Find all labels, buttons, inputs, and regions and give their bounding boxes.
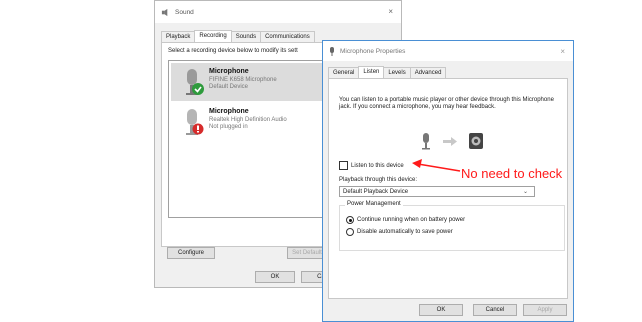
listen-checkbox-row[interactable]: Listen to this device <box>339 161 404 170</box>
annotation-arrow <box>412 159 461 172</box>
chevron-down-icon: ⌄ <box>522 189 528 195</box>
cancel-button[interactable]: Cancel <box>473 304 517 316</box>
device-status: Not plugged in <box>209 124 248 130</box>
listen-flow-graphic <box>422 133 483 150</box>
microphone-icon <box>422 133 430 150</box>
recording-instruction: Select a recording device below to modif… <box>168 48 298 54</box>
properties-title-bar: Microphone Properties <box>323 41 573 61</box>
device-detail: Realtek High Definition Audio <box>209 117 287 123</box>
device-name: Microphone <box>209 68 249 75</box>
properties-title: Microphone Properties <box>340 47 406 55</box>
radio-continue-running[interactable]: Continue running when on battery power <box>346 216 465 224</box>
listen-panel: You can listen to a portable music playe… <box>328 78 568 299</box>
annotation-text: No need to check <box>461 166 563 181</box>
sound-title: Sound <box>175 8 194 16</box>
ok-button[interactable]: OK <box>255 271 295 283</box>
sound-title-bar: Sound <box>155 1 401 23</box>
playback-device-value: Default Playback Device <box>343 188 409 195</box>
power-management-title: Power Management <box>345 201 403 207</box>
tab-recording[interactable]: Recording <box>194 30 232 42</box>
radio-button[interactable] <box>346 228 354 236</box>
check-icon <box>192 83 204 95</box>
listen-checkbox-label: Listen to this device <box>351 162 404 169</box>
device-name: Microphone <box>209 108 249 115</box>
apply-button[interactable]: Apply <box>523 304 567 316</box>
microphone-properties-dialog: Microphone Properties × General Listen L… <box>322 40 574 322</box>
device-status: Default Device <box>209 84 249 90</box>
tab-listen[interactable]: Listen <box>358 66 385 78</box>
radio-label: Continue running when on battery power <box>357 217 466 223</box>
configure-button[interactable]: Configure <box>167 247 215 259</box>
set-default-button[interactable]: Set Default <box>287 247 327 259</box>
speaker-icon <box>161 8 168 16</box>
arrow-right-icon <box>443 137 457 146</box>
microphone-icon <box>186 109 204 135</box>
radio-button-selected[interactable] <box>346 216 354 224</box>
close-icon[interactable]: × <box>560 47 565 56</box>
power-management-group: Power Management Continue running when o… <box>339 201 565 251</box>
close-icon[interactable]: × <box>388 7 393 16</box>
radio-label: Disable automatically to save power <box>357 229 453 235</box>
device-detail: FIFINE K658 Microphone <box>209 77 277 83</box>
speaker-icon <box>469 133 483 149</box>
listen-description: You can listen to a portable music playe… <box>339 97 554 110</box>
microphone-icon <box>330 46 334 56</box>
listen-checkbox[interactable] <box>339 161 348 170</box>
playback-device-select[interactable]: Default Playback Device ⌄ <box>339 186 535 197</box>
ok-button[interactable]: OK <box>419 304 463 316</box>
microphone-icon <box>186 69 204 95</box>
radio-disable-automatically[interactable]: Disable automatically to save power <box>346 228 453 236</box>
